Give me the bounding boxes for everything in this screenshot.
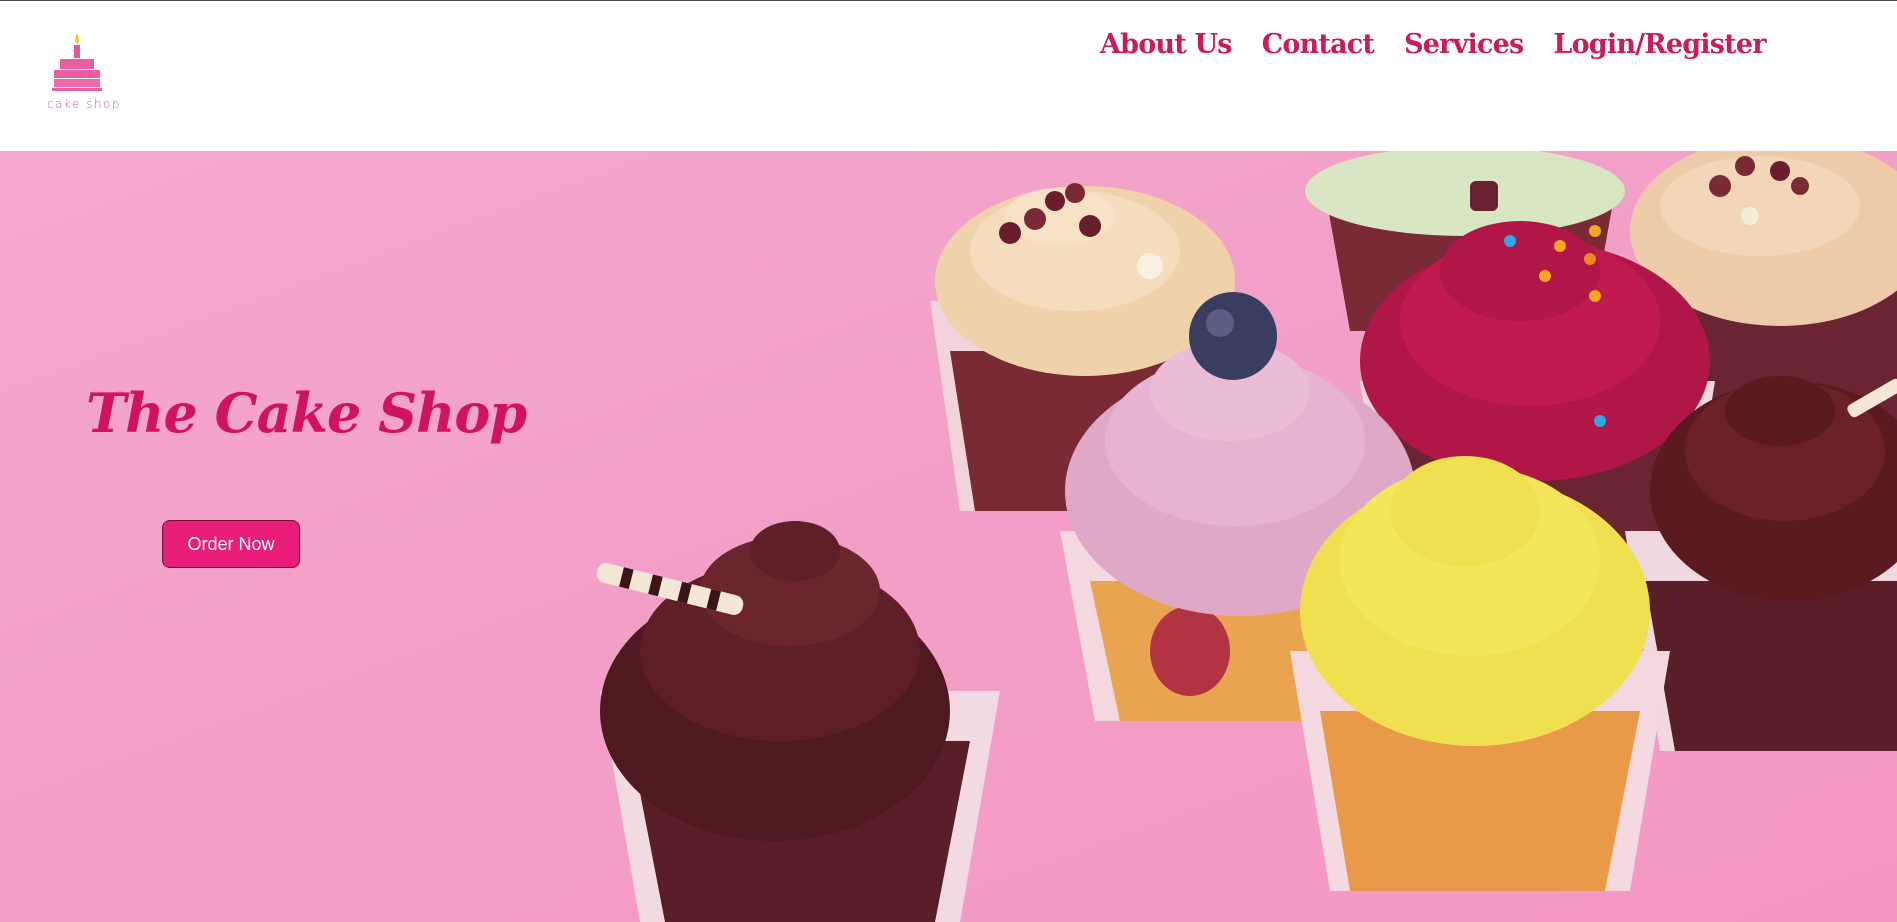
nav-about-us[interactable]: About Us — [1100, 29, 1232, 60]
main-nav: About Us Contact Services Login/Register — [1100, 29, 1766, 60]
logo-text: cake shop — [47, 97, 121, 111]
site-logo[interactable]: cake shop — [44, 29, 124, 115]
nav-contact[interactable]: Contact — [1262, 29, 1375, 60]
nav-services[interactable]: Services — [1404, 29, 1524, 60]
order-now-button[interactable]: Order Now — [162, 520, 300, 568]
hero-title: The Cake Shop — [86, 381, 527, 445]
nav-login-register[interactable]: Login/Register — [1553, 29, 1766, 60]
hero-banner: The Cake Shop Order Now — [0, 151, 1897, 922]
cake-icon — [52, 33, 102, 91]
site-header: cake shop About Us Contact Services Logi… — [0, 1, 1897, 151]
